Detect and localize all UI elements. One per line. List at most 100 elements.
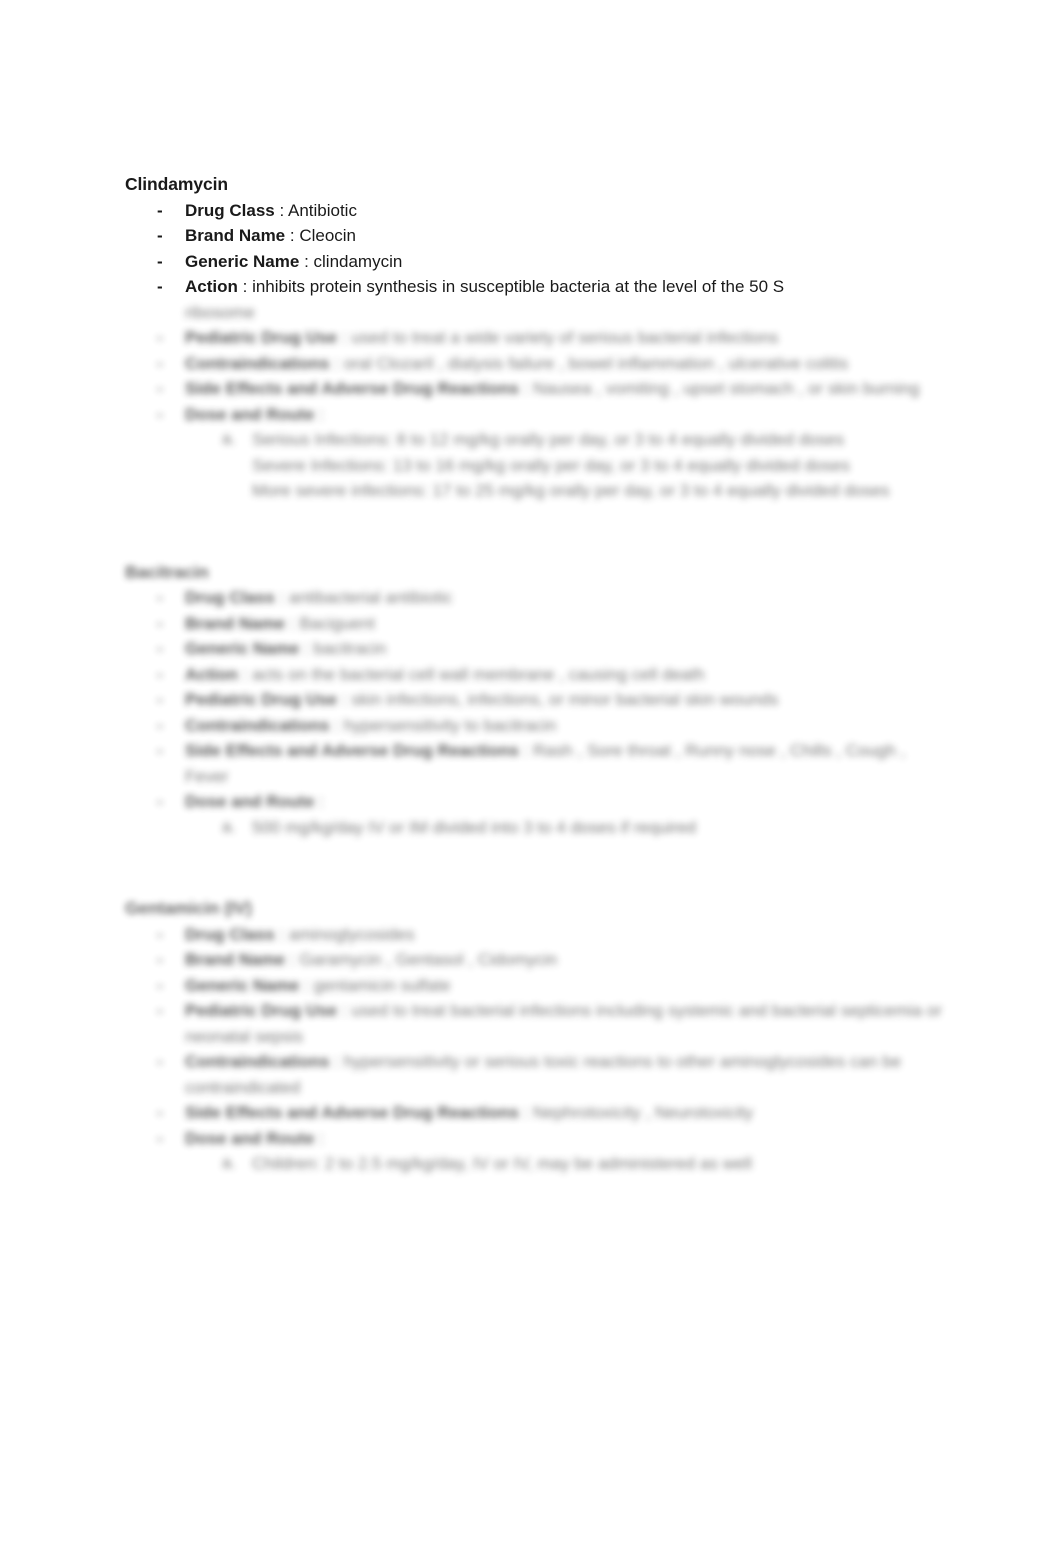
- drug-section-second: Bacitracin - Drug Class : antibacterial …: [125, 560, 945, 841]
- dash-bullet-icon: -: [157, 950, 163, 969]
- document-body: Clindamycin - Drug Class : Antibiotic - …: [125, 172, 945, 1177]
- bullet-label: Brand Name: [185, 613, 286, 633]
- dash-bullet-icon: -: [157, 741, 163, 760]
- bullet-value: aminoglycosides: [288, 924, 415, 944]
- dash-bullet-icon: -: [157, 200, 163, 220]
- bullet-separator: :: [299, 639, 314, 658]
- bullet-separator: :: [314, 404, 324, 424]
- bullet-label: Pediatric Drug Use: [185, 1001, 338, 1020]
- bullet-label: Side Effects and Adverse Drug Reactions: [185, 1103, 519, 1122]
- bullet-label: Generic Name: [185, 251, 300, 271]
- bullet-label: Action: [185, 277, 238, 296]
- bullet-value: Nausea , vomiting , upset stomach , or s…: [532, 379, 920, 398]
- bullet-separator: :: [329, 353, 344, 373]
- bullet-content: Brand Name : Cleocin: [185, 223, 945, 249]
- bullet-separator: :: [237, 277, 253, 296]
- blurred-text: Dose and Route :: [185, 1126, 945, 1152]
- bullet-value: oral Clozaril , dialysis failure , bowel…: [343, 353, 849, 373]
- dash-bullet-icon: -: [157, 1103, 163, 1122]
- dash-bullet-icon: -: [157, 379, 163, 398]
- bullet-separator: :: [285, 950, 300, 969]
- bullet-value: Baciguent: [299, 613, 375, 633]
- dash-bullet-icon: -: [157, 639, 163, 658]
- bullet-contraindications: - Contraindications : hypersensitivity t…: [125, 713, 945, 739]
- dash-bullet-icon: -: [157, 1128, 163, 1148]
- bullet-separator: :: [518, 379, 533, 398]
- bullet-value: Cleocin: [299, 226, 357, 245]
- bullet-value: acts on the bacterial cell wall membrane…: [252, 664, 705, 684]
- drug-section-third: Gentamicin (IV) - Drug Class : aminoglyc…: [125, 896, 945, 1177]
- blurred-text: 500 mg/kg/day IV or IM divided into 3 to…: [252, 817, 697, 837]
- bullet-generic-name: - Generic Name : gentamicin sulfate: [125, 973, 945, 999]
- bullet-separator: :: [337, 1001, 352, 1020]
- bullet-drug-class: - Drug Class : aminoglycosides: [125, 922, 945, 948]
- bullet-action: - Action : inhibits protein synthesis in…: [125, 274, 945, 300]
- letter-bullet-icon: a.: [222, 1154, 236, 1172]
- bullet-label: Drug Class: [185, 588, 275, 607]
- bullet-value: clindamycin: [313, 251, 403, 271]
- bullet-separator: :: [329, 715, 344, 735]
- bullet-content: Generic Name : clindamycin: [185, 249, 945, 275]
- bullet-generic-name: - Generic Name : clindamycin: [125, 249, 945, 275]
- bullet-value: skin infections, infections, or minor ba…: [351, 690, 779, 709]
- dash-bullet-icon: -: [157, 251, 163, 271]
- bullet-separator: :: [329, 1052, 344, 1071]
- bullet-action: - Action : acts on the bacterial cell wa…: [125, 662, 945, 688]
- dash-bullet-icon: -: [157, 924, 163, 944]
- bullet-side-effects: - Side Effects and Adverse Drug Reaction…: [125, 1100, 945, 1126]
- dash-bullet-icon: -: [157, 328, 163, 347]
- bullet-label: Contraindications: [185, 1052, 330, 1071]
- bullet-label: Brand Name: [185, 226, 286, 245]
- dash-bullet-icon: -: [157, 588, 163, 607]
- bullet-separator: :: [314, 792, 324, 811]
- blurred-text: Side Effects and Adverse Drug Reactions …: [185, 1100, 945, 1126]
- bullet-label: Side Effects and Adverse Drug Reactions: [185, 379, 519, 398]
- bullet-separator: :: [337, 328, 352, 347]
- bullet-pediatric-drug-use: - Pediatric Drug Use : skin infections, …: [125, 687, 945, 713]
- dash-bullet-icon: -: [157, 404, 163, 424]
- section-heading-clindamycin: Clindamycin: [125, 174, 228, 194]
- blurred-text: Generic Name : gentamicin sulfate: [185, 973, 945, 999]
- bullet-separator: :: [337, 690, 352, 709]
- bullet-separator: :: [285, 613, 300, 633]
- bullet-separator: :: [285, 226, 300, 245]
- blurred-text: Pediatric Drug Use : skin infections, in…: [185, 687, 945, 713]
- bullet-dose-and-route: - Dose and Route :: [125, 789, 945, 815]
- section-heading-second: Bacitracin: [125, 561, 209, 582]
- section-heading-third: Gentamicin (IV): [125, 898, 252, 918]
- bullet-label: Generic Name: [185, 639, 300, 658]
- blurred-text: Brand Name : Baciguent: [185, 611, 945, 637]
- dash-bullet-icon: -: [157, 1001, 163, 1020]
- bullet-separator: :: [237, 664, 253, 684]
- blurred-text: More severe infections: 17 to 25 mg/kg o…: [252, 481, 890, 500]
- bullet-content: Drug Class : Antibiotic: [185, 198, 945, 224]
- blurred-text: Side Effects and Adverse Drug Reactions …: [185, 376, 945, 402]
- subbullet-serious-infections: a. Serious Infections: 8 to 12 mg/kg ora…: [125, 427, 945, 453]
- bullet-separator: :: [518, 1103, 533, 1122]
- bullet-label: Dose and Route: [185, 792, 315, 811]
- subbullet-dosing: a. 500 mg/kg/day IV or IM divided into 3…: [125, 815, 945, 841]
- blurred-text: Drug Class : aminoglycosides: [185, 922, 945, 948]
- letter-bullet-icon: a.: [222, 430, 236, 448]
- blurred-text: Contraindications : hypersensitivity to …: [185, 713, 945, 739]
- dash-bullet-icon: -: [157, 226, 163, 245]
- dash-bullet-icon: -: [157, 975, 163, 995]
- bullet-action-continuation: ribosome: [125, 300, 945, 326]
- bullet-label: Contraindications: [185, 353, 330, 373]
- bullet-separator: :: [299, 251, 314, 271]
- blurred-text: Side Effects and Adverse Drug Reactions …: [185, 738, 945, 789]
- bullet-contraindications: - Contraindications : hypersensitivity o…: [125, 1049, 945, 1100]
- blurred-text: Action : acts on the bacterial cell wall…: [185, 662, 945, 688]
- dash-bullet-icon: -: [157, 664, 163, 684]
- dash-bullet-icon: -: [157, 353, 163, 373]
- document-page: Clindamycin - Drug Class : Antibiotic - …: [0, 0, 1062, 1556]
- bullet-brand-name: - Brand Name : Garamycin , Gentasol , Ci…: [125, 947, 945, 973]
- blurred-text: Severe Infections: 13 to 16 mg/kg orally…: [252, 455, 850, 475]
- bullet-label: Dose and Route: [185, 1128, 315, 1148]
- blurred-text: Dose and Route :: [185, 789, 945, 815]
- bullet-label: Side Effects and Adverse Drug Reactions: [185, 741, 519, 760]
- bullet-separator: :: [518, 741, 533, 760]
- bullet-label: Brand Name: [185, 950, 286, 969]
- subbullet-more-severe-infections: More severe infections: 17 to 25 mg/kg o…: [125, 478, 945, 504]
- bullet-label: Drug Class: [185, 200, 275, 220]
